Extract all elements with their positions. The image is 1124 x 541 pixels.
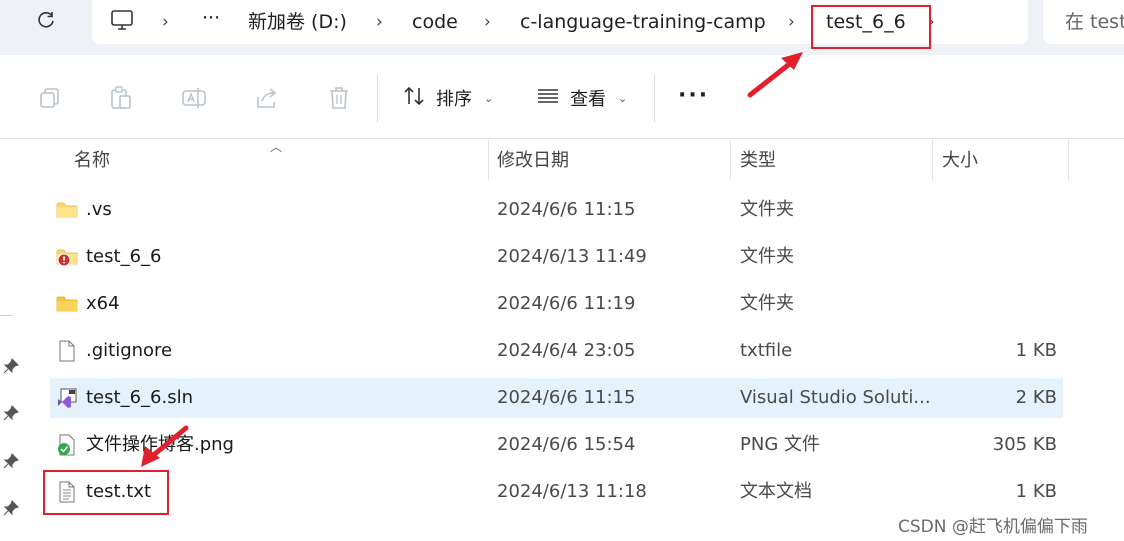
file-modified: 2024/6/6 11:15 — [497, 387, 636, 408]
pin-icon[interactable] — [3, 358, 19, 374]
file-size: 1 KB — [1015, 340, 1057, 361]
file-row[interactable]: test.txt 2024/6/13 11:18 文本文档 1 KB — [50, 472, 1063, 512]
file-size: 1 KB — [1015, 481, 1057, 502]
view-button[interactable]: 查看 ⌄ — [536, 84, 627, 112]
breadcrumb-item-code[interactable]: code — [412, 10, 458, 34]
file-modified: 2024/6/6 15:54 — [497, 434, 636, 455]
column-header-type[interactable]: 类型 — [740, 150, 776, 172]
folder-warning-icon — [56, 246, 78, 268]
file-modified: 2024/6/13 11:18 — [497, 481, 647, 502]
watermark-text: CSDN @赶飞机偏偏下雨 — [898, 517, 1088, 537]
view-label: 查看 — [570, 89, 606, 110]
png-file-icon — [56, 434, 78, 456]
file-row[interactable]: test_6_6 2024/6/13 11:49 文件夹 — [50, 237, 1063, 277]
column-header-modified[interactable]: 修改日期 — [497, 150, 569, 172]
sort-button[interactable]: 排序 ⌄ — [402, 84, 493, 112]
file-name: test_6_6.sln — [86, 387, 193, 408]
file-type: 文件夹 — [740, 199, 794, 220]
file-name: .vs — [86, 199, 112, 220]
file-type: PNG 文件 — [740, 434, 820, 455]
view-list-icon — [536, 84, 560, 113]
file-type: Visual Studio Soluti... — [740, 387, 930, 408]
file-size: 2 KB — [1015, 387, 1057, 408]
file-row[interactable]: 文件操作博客.png 2024/6/6 15:54 PNG 文件 305 KB — [50, 425, 1063, 465]
command-bar: 排序 ⌄ 查看 ⌄ ··· — [0, 55, 1124, 139]
breadcrumb-item-training-camp[interactable]: c-language-training-camp — [520, 10, 766, 34]
more-options-button[interactable]: ··· — [678, 83, 709, 108]
column-header-name[interactable]: 名称 — [74, 150, 110, 172]
pin-icon[interactable] — [3, 500, 19, 516]
folder-icon — [56, 199, 78, 221]
file-name: x64 — [86, 293, 120, 314]
search-box[interactable]: 在 test — [1043, 0, 1124, 44]
divider — [0, 315, 12, 316]
file-type: 文本文档 — [740, 481, 812, 502]
highlight-box-test-txt — [43, 470, 169, 515]
file-row-selected[interactable]: test_6_6.sln 2024/6/6 11:15 Visual Studi… — [50, 378, 1063, 418]
visual-studio-solution-icon — [56, 387, 78, 409]
navigation-pane-edge — [0, 140, 22, 541]
file-row[interactable]: .vs 2024/6/6 11:15 文件夹 — [50, 190, 1063, 230]
file-size: 305 KB — [992, 434, 1057, 455]
sort-icon — [402, 84, 426, 113]
copy-icon[interactable] — [37, 85, 63, 111]
file-type: 文件夹 — [740, 293, 794, 314]
file-modified: 2024/6/13 11:49 — [497, 246, 647, 267]
file-row[interactable]: x64 2024/6/6 11:19 文件夹 — [50, 284, 1063, 324]
delete-icon[interactable] — [326, 85, 352, 111]
rename-icon[interactable] — [181, 85, 207, 111]
highlight-box-current-folder — [811, 5, 931, 49]
refresh-icon[interactable] — [33, 10, 59, 36]
file-modified: 2024/6/6 11:15 — [497, 199, 636, 220]
file-modified: 2024/6/6 11:19 — [497, 293, 636, 314]
file-row[interactable]: .gitignore 2024/6/4 23:05 txtfile 1 KB — [50, 331, 1063, 371]
chevron-right-icon: › — [162, 12, 169, 32]
file-type: txtfile — [740, 340, 793, 361]
pin-icon[interactable] — [3, 405, 19, 421]
chevron-down-icon: ⌄ — [484, 91, 494, 105]
address-bar-area: › ··· › 新加卷 (D:) › code › c-language-tra… — [0, 0, 1124, 55]
file-name: test_6_6 — [86, 246, 162, 267]
this-pc-icon[interactable] — [110, 8, 134, 38]
column-divider[interactable] — [1068, 140, 1069, 180]
chevron-right-icon: › — [484, 12, 491, 32]
breadcrumb-more[interactable]: ··· — [202, 6, 220, 30]
chevron-down-icon: ⌄ — [618, 91, 628, 105]
breadcrumb-item-drive[interactable]: 新加卷 (D:) — [248, 10, 347, 34]
file-name: .gitignore — [86, 340, 173, 361]
file-type: 文件夹 — [740, 246, 794, 267]
column-header-size[interactable]: 大小 — [942, 150, 978, 172]
sort-ascending-icon: ︿ — [270, 140, 283, 154]
file-name: 文件操作博客.png — [86, 434, 234, 455]
column-divider[interactable] — [730, 140, 731, 180]
chevron-right-icon: › — [376, 12, 383, 32]
pin-icon[interactable] — [3, 453, 19, 469]
share-icon[interactable] — [254, 85, 280, 111]
toolbar-divider — [377, 74, 378, 122]
search-placeholder: 在 test — [1065, 11, 1124, 33]
paste-icon[interactable] — [108, 85, 134, 111]
folder-icon — [56, 293, 78, 315]
toolbar-divider — [654, 74, 655, 122]
chevron-right-icon: › — [788, 12, 795, 32]
column-header-row: ︿ 名称 修改日期 类型 大小 — [50, 140, 1070, 180]
file-modified: 2024/6/4 23:05 — [497, 340, 636, 361]
column-divider[interactable] — [488, 140, 489, 180]
column-divider[interactable] — [932, 140, 933, 180]
blank-file-icon — [56, 340, 78, 362]
sort-label: 排序 — [436, 89, 472, 110]
